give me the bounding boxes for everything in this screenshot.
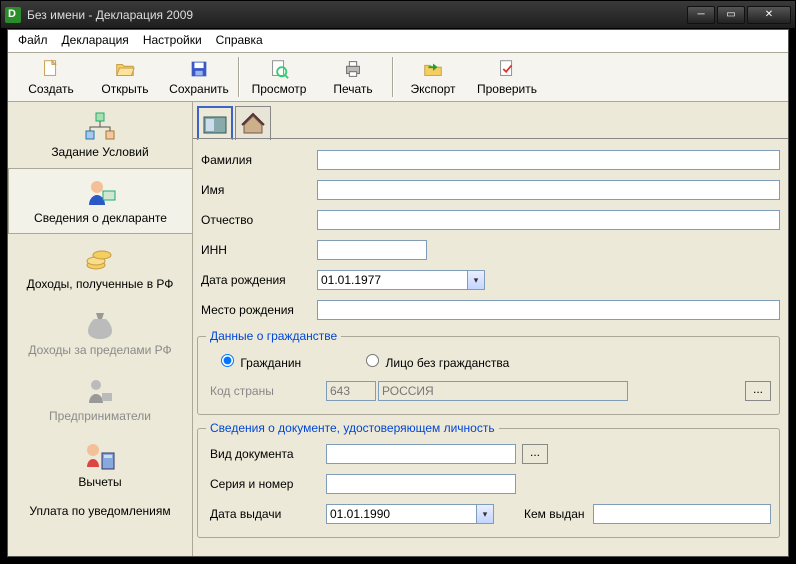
toolbar-export[interactable]: Экспорт	[396, 54, 470, 100]
issue-date-combo[interactable]	[326, 504, 494, 524]
row-issue-date: Дата выдачи Кем выдан	[206, 499, 771, 529]
preview-icon	[268, 58, 290, 80]
save-icon	[188, 58, 210, 80]
sidebar-item-deductions[interactable]: Вычеты	[8, 432, 192, 498]
id-box-icon	[202, 111, 228, 137]
name-input[interactable]	[317, 180, 780, 200]
sidebar-item-declarant[interactable]: Сведения о декларанте	[8, 168, 192, 234]
row-doc-type: Вид документа	[206, 439, 771, 469]
series-number-input[interactable]	[326, 474, 516, 494]
inn-input[interactable]	[317, 240, 427, 260]
money-bag-icon	[84, 309, 116, 341]
sidebar: Задание Условий Сведения о декларанте До…	[8, 102, 193, 556]
menu-settings[interactable]: Настройки	[139, 30, 212, 50]
app-window: Без имени - Декларация 2009 ─ ▭ ✕ Файл Д…	[0, 0, 796, 564]
tab-address[interactable]	[235, 106, 271, 140]
menubar: Файл Декларация Настройки Справка	[8, 30, 788, 52]
birth-date-combo[interactable]	[317, 270, 485, 290]
person-card-icon	[85, 177, 117, 209]
citizenship-group: Данные о гражданстве Гражданин Лицо без …	[197, 329, 780, 415]
toolbar-check[interactable]: Проверить	[470, 54, 544, 100]
tab-personal[interactable]	[197, 106, 233, 140]
sidebar-item-entrepreneurs[interactable]: Предприниматели	[8, 366, 192, 432]
toolbar: Создать Открыть Сохранить Просмотр Печат…	[8, 52, 788, 102]
row-surname: Фамилия	[197, 145, 780, 175]
issued-by-label: Кем выдан	[524, 507, 585, 521]
radio-stateless[interactable]: Лицо без гражданства	[361, 351, 509, 370]
country-browse-button[interactable]	[745, 381, 771, 401]
row-name: Имя	[197, 175, 780, 205]
folder-open-icon	[114, 58, 136, 80]
coins-icon	[84, 243, 116, 275]
toolbar-print[interactable]: Печать	[316, 54, 390, 100]
menu-file[interactable]: Файл	[14, 30, 58, 50]
citizenship-legend: Данные о гражданстве	[206, 329, 341, 343]
row-series-number: Серия и номер	[206, 469, 771, 499]
sidebar-item-income-abroad[interactable]: Доходы за пределами РФ	[8, 300, 192, 366]
window-title: Без имени - Декларация 2009	[27, 8, 685, 22]
identity-group: Сведения о документе, удостоверяющем лич…	[197, 421, 780, 538]
citizenship-radio-row: Гражданин Лицо без гражданства	[206, 347, 771, 376]
toolbar-preview[interactable]: Просмотр	[242, 54, 316, 100]
doc-type-browse-button[interactable]	[522, 444, 548, 464]
birth-date-input[interactable]	[317, 270, 467, 290]
hierarchy-icon	[84, 111, 116, 143]
export-icon	[422, 58, 444, 80]
sidebar-item-conditions[interactable]: Задание Условий	[8, 102, 192, 168]
row-patronymic: Отчество	[197, 205, 780, 235]
sidebar-item-payment-notice[interactable]: Уплата по уведомлениям	[8, 498, 192, 528]
form-content: Фамилия Имя Отчество ИНН	[193, 138, 788, 556]
chevron-down-icon[interactable]	[467, 270, 485, 290]
row-birth-place: Место рождения	[197, 295, 780, 325]
deductions-icon	[84, 441, 116, 473]
toolbar-create[interactable]: Создать	[14, 54, 88, 100]
maximize-button[interactable]: ▭	[717, 6, 745, 24]
surname-input[interactable]	[317, 150, 780, 170]
house-icon	[240, 111, 266, 137]
tab-strip	[193, 102, 788, 140]
menu-help[interactable]: Справка	[212, 30, 273, 50]
entrepreneur-icon	[84, 375, 116, 407]
issue-date-input[interactable]	[326, 504, 476, 524]
row-inn: ИНН	[197, 235, 780, 265]
patronymic-input[interactable]	[317, 210, 780, 230]
client-area: Файл Декларация Настройки Справка Создат…	[7, 29, 789, 557]
radio-citizen[interactable]: Гражданин	[216, 351, 301, 370]
toolbar-separator	[238, 57, 240, 97]
toolbar-separator	[392, 57, 394, 97]
body-area: Задание Условий Сведения о декларанте До…	[8, 102, 788, 556]
doc-type-input[interactable]	[326, 444, 516, 464]
identity-legend: Сведения о документе, удостоверяющем лич…	[206, 421, 499, 435]
toolbar-open[interactable]: Открыть	[88, 54, 162, 100]
birth-place-input[interactable]	[317, 300, 780, 320]
row-birth-date: Дата рождения	[197, 265, 780, 295]
row-country-code: Код страны	[206, 376, 771, 406]
titlebar: Без имени - Декларация 2009 ─ ▭ ✕	[1, 1, 795, 29]
chevron-down-icon[interactable]	[476, 504, 494, 524]
print-icon	[342, 58, 364, 80]
close-button[interactable]: ✕	[747, 6, 791, 24]
toolbar-save[interactable]: Сохранить	[162, 54, 236, 100]
minimize-button[interactable]: ─	[687, 6, 715, 24]
issued-by-input[interactable]	[593, 504, 771, 524]
country-name-input	[378, 381, 628, 401]
menu-declaration[interactable]: Декларация	[58, 30, 139, 50]
main-panel: Фамилия Имя Отчество ИНН	[193, 102, 788, 556]
app-icon	[5, 7, 21, 23]
check-icon	[496, 58, 518, 80]
sidebar-item-income-rf[interactable]: Доходы, полученные в РФ	[8, 234, 192, 300]
country-code-input	[326, 381, 376, 401]
new-file-icon	[40, 58, 62, 80]
